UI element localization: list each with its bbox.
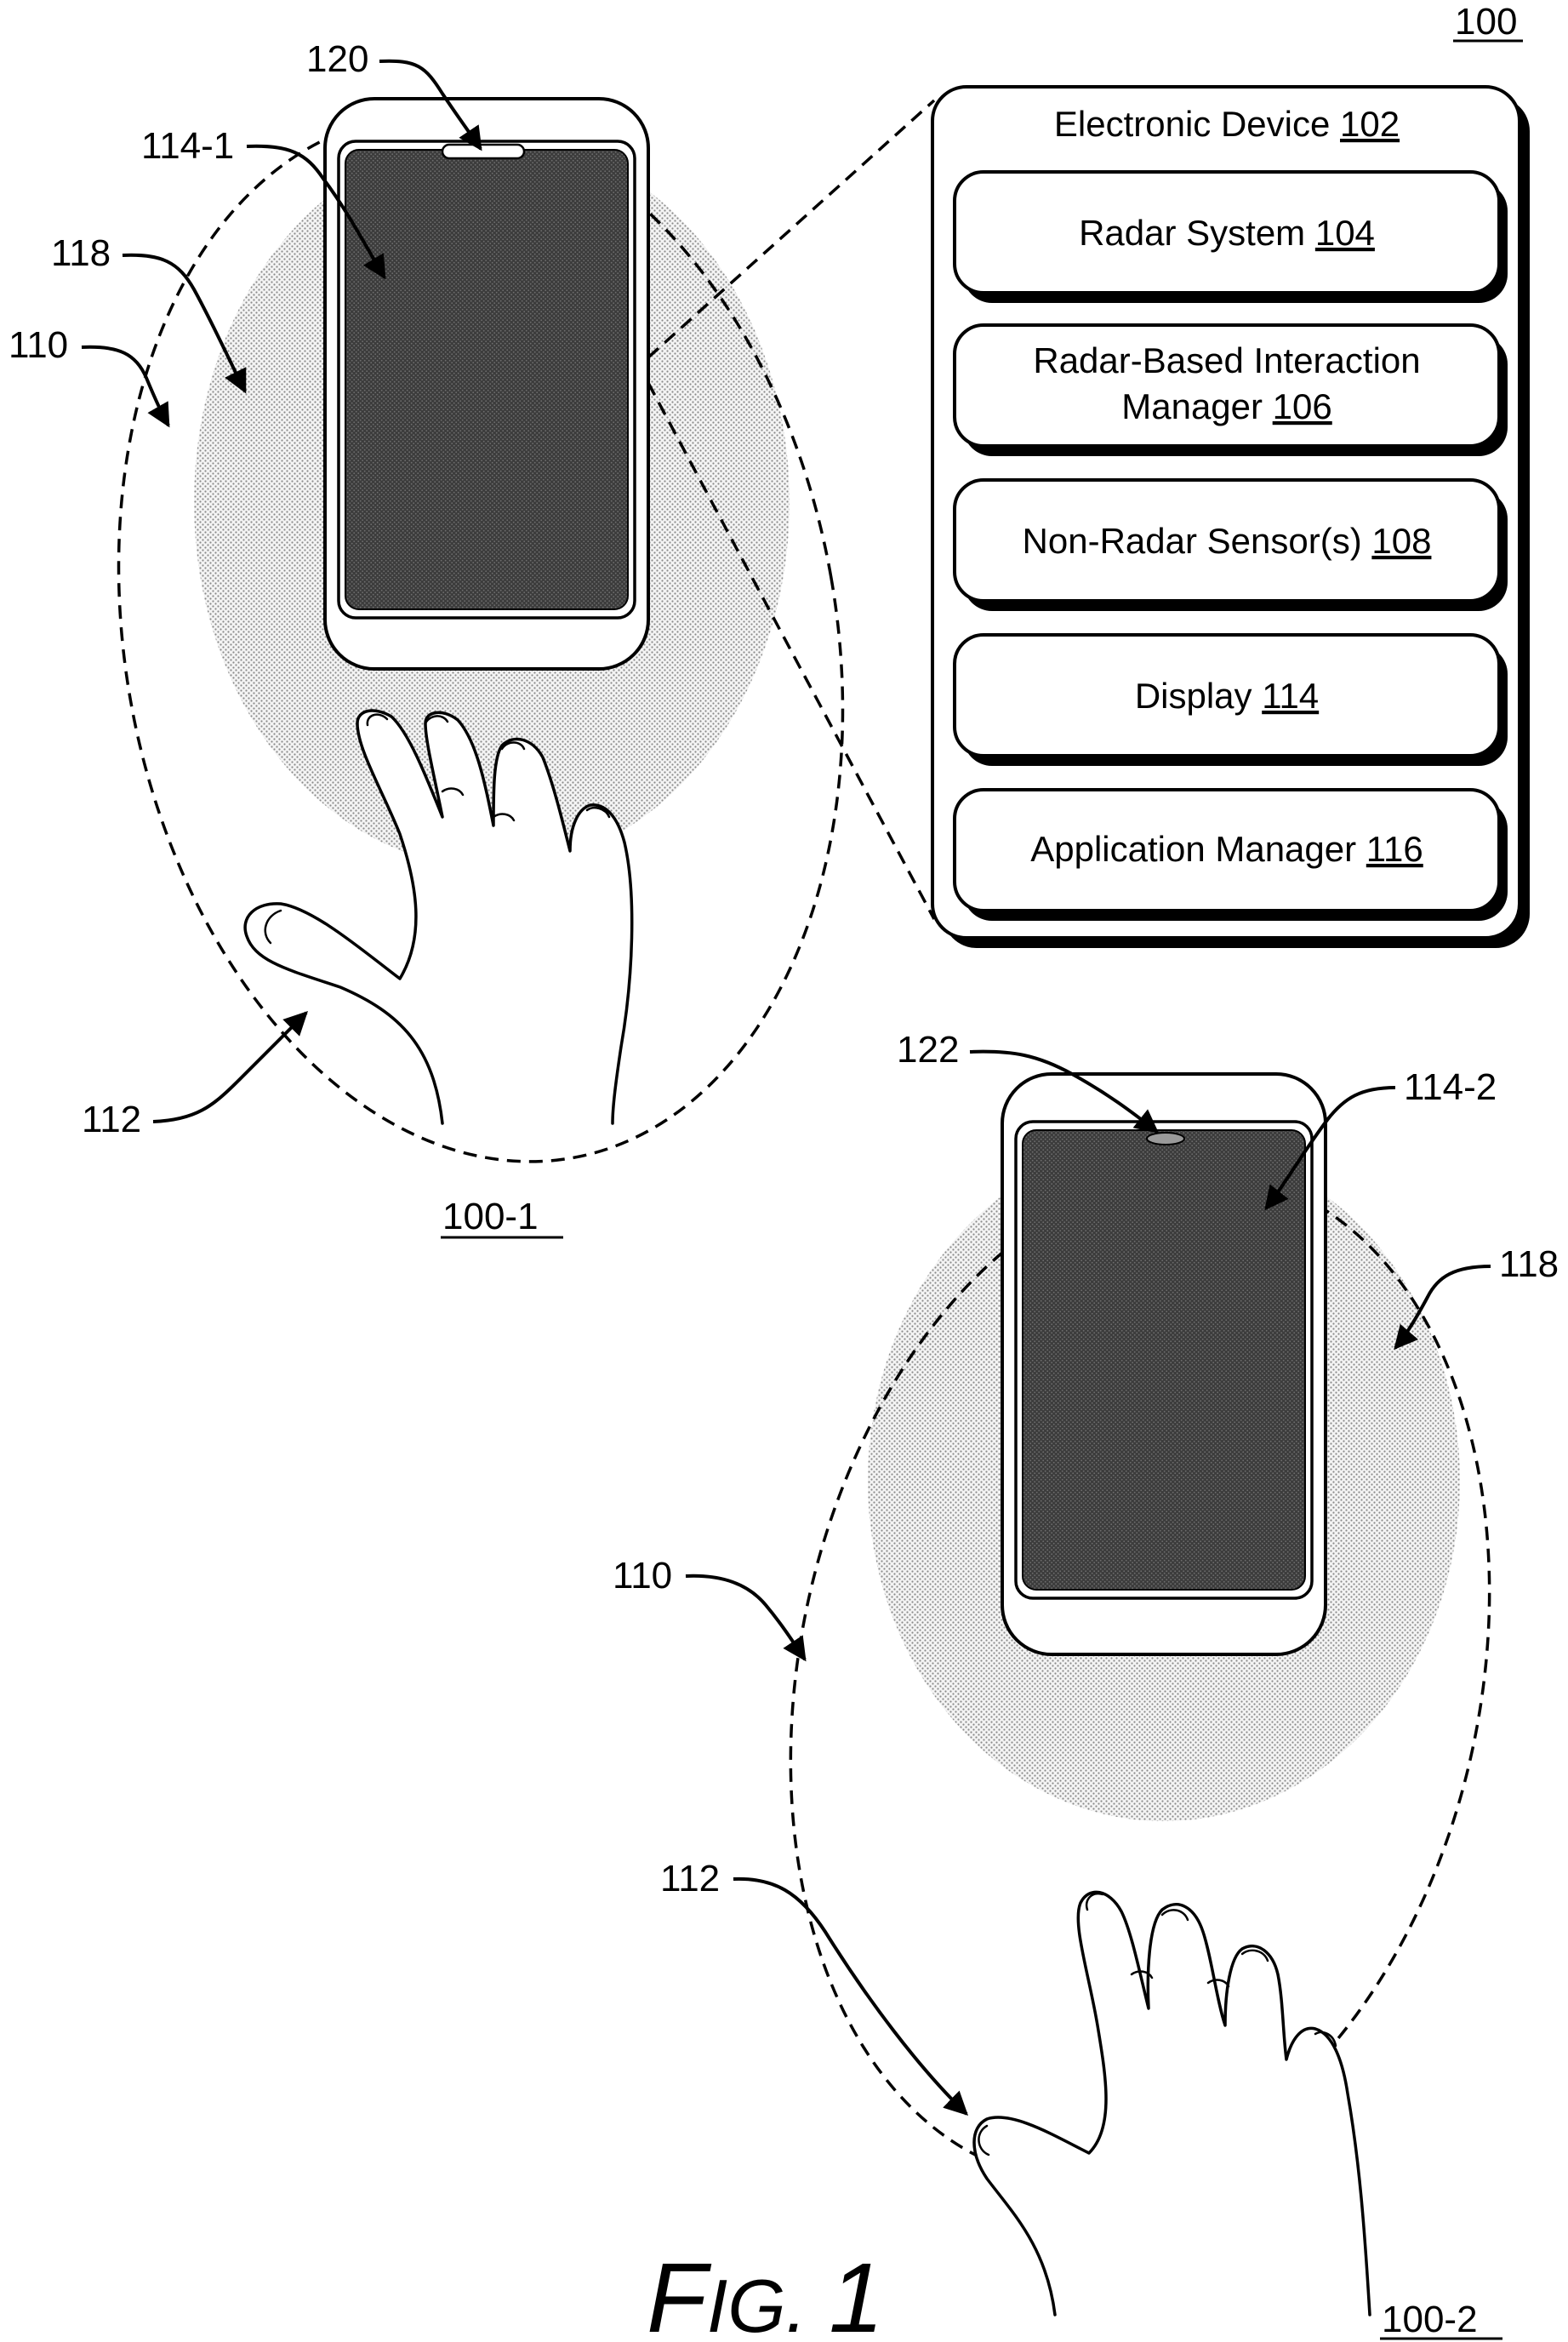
- display-label-2: 114-2: [1404, 1066, 1497, 1108]
- svg-text:Application Manager 116: Application Manager 116: [1030, 829, 1423, 869]
- view-1-ref: 100-1: [442, 1196, 539, 1237]
- user-hand-2: [974, 1892, 1370, 2315]
- component-non-radar-sensors: Non-Radar Sensor(s) 108: [955, 480, 1508, 611]
- component-non-radar-ref: 108: [1371, 521, 1431, 561]
- view-2-ref: 100-2: [1382, 2299, 1478, 2340]
- boundary-leader-2: [686, 1576, 805, 1659]
- component-application-manager: Application Manager 116: [955, 790, 1508, 921]
- svg-text:Radar System 104: Radar System 104: [1079, 213, 1375, 253]
- camera-label-2: 122: [897, 1029, 959, 1071]
- phone-1: [325, 99, 648, 669]
- component-display-ref: 114: [1262, 676, 1319, 716]
- component-radar-system-name: Radar System: [1079, 213, 1315, 253]
- camera-sensor-2: [1147, 1133, 1184, 1145]
- user-leader-2: [733, 1879, 966, 2114]
- patent-figure: 100 120 114-1 118: [0, 0, 1568, 2342]
- figure-caption: FIG. 1: [647, 2242, 884, 2342]
- svg-text:Non-Radar Sensor(s) 108: Non-Radar Sensor(s) 108: [1023, 521, 1432, 561]
- figure-caption-number: 1: [829, 2242, 884, 2342]
- component-app-manager-name: Application Manager: [1030, 829, 1366, 869]
- figure-caption-small: IG.: [707, 2264, 807, 2342]
- boundary-label-2: 110: [613, 1555, 672, 1597]
- component-radar-system: Radar System 104: [955, 172, 1508, 303]
- user-label-2: 112: [660, 1858, 720, 1899]
- component-app-manager-ref: 116: [1366, 829, 1423, 869]
- view-2: 122 114-2 118 110 112 100-2: [613, 1029, 1568, 2340]
- device-title: Electronic Device 102: [1054, 104, 1400, 144]
- svg-text:Manager 106: Manager 106: [1121, 386, 1332, 426]
- user-label-1: 112: [82, 1099, 141, 1140]
- component-radar-system-ref: 104: [1315, 213, 1375, 253]
- component-rbim-line2: Manager: [1121, 386, 1272, 426]
- display-2: [1023, 1130, 1305, 1590]
- component-display: Display 114: [955, 635, 1508, 766]
- component-non-radar-name: Non-Radar Sensor(s): [1023, 521, 1372, 561]
- figure-caption-prefix: F: [647, 2242, 712, 2342]
- display-1: [345, 150, 628, 609]
- device-title-ref: 102: [1340, 104, 1400, 144]
- display-label-1: 114-1: [141, 125, 234, 167]
- user-leader-1: [153, 1013, 306, 1122]
- radar-field-label-2: 118: [1499, 1243, 1559, 1285]
- component-rbim-line1: Radar-Based Interaction: [1033, 340, 1420, 380]
- boundary-label-1: 110: [9, 324, 68, 366]
- boundary-leader-1: [82, 347, 168, 426]
- camera-label-1: 120: [306, 38, 368, 80]
- figure-ref-label: 100: [1455, 1, 1517, 43]
- radar-field-label-1: 118: [51, 232, 111, 274]
- zoom-line-top: [648, 100, 934, 357]
- camera-sensor-1: [442, 145, 524, 158]
- svg-text:Display 114: Display 114: [1135, 676, 1319, 716]
- phone-2: [1002, 1074, 1326, 1654]
- component-display-name: Display: [1135, 676, 1262, 716]
- component-rbim-ref: 106: [1273, 386, 1332, 426]
- component-radar-interaction-manager: Radar-Based Interaction Manager 106: [955, 325, 1508, 456]
